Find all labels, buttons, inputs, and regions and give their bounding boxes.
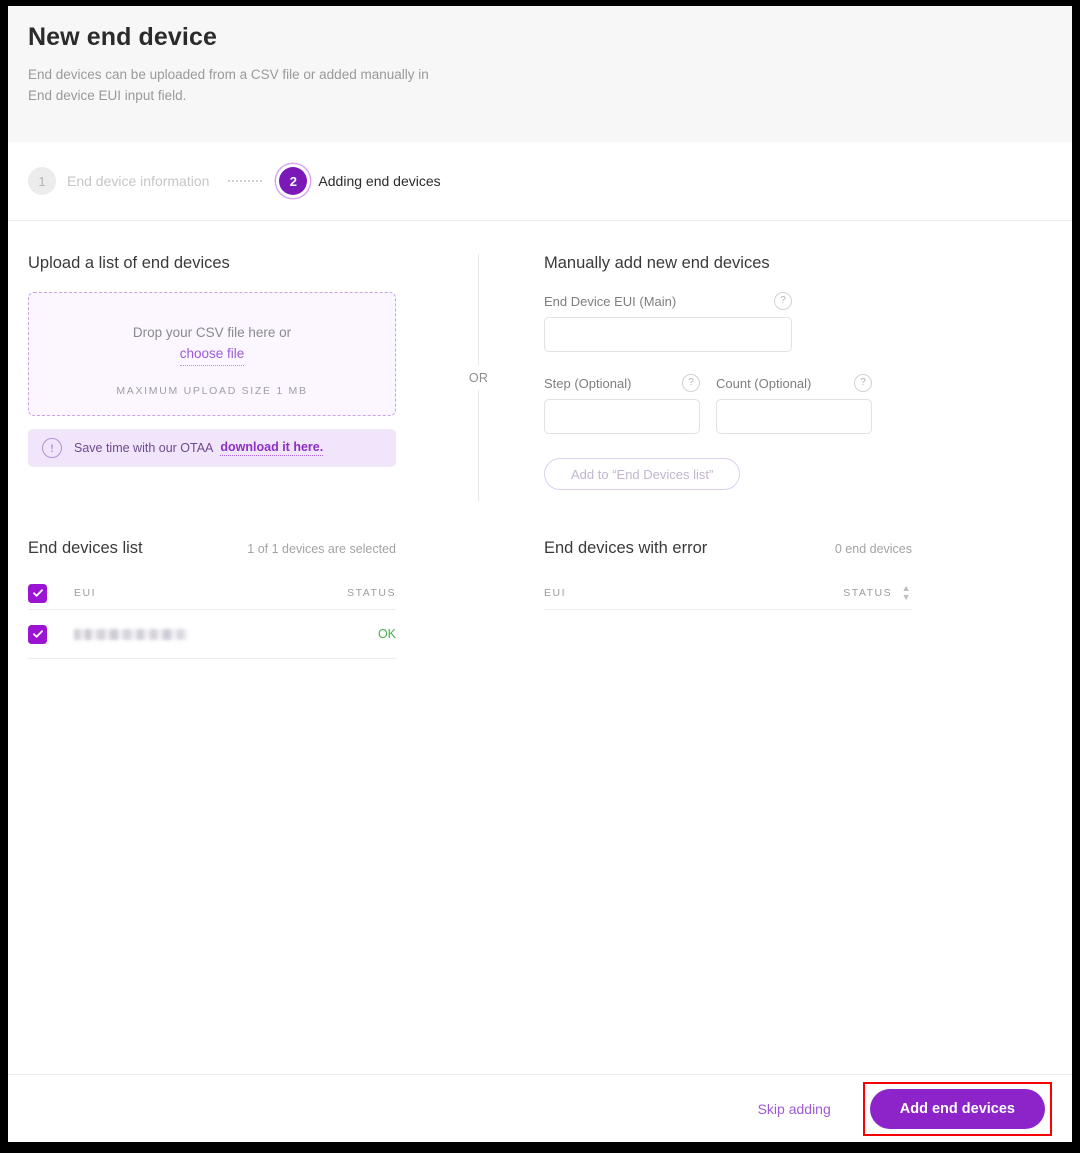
end-devices-list-panel: End devices list 1 of 1 devices are sele… (28, 539, 478, 659)
table-row[interactable]: OK (28, 609, 396, 659)
end-devices-list-table: EUI STATUS OK (28, 577, 396, 659)
csv-dropzone[interactable]: Drop your CSV file here or choose file M… (28, 292, 396, 416)
help-icon-step[interactable]: ? (682, 374, 700, 392)
skip-adding-button[interactable]: Skip adding (752, 1100, 837, 1118)
step-1-number: 1 (28, 167, 56, 195)
step-input[interactable] (544, 399, 700, 434)
error-column-header-status[interactable]: STATUS ▲ ▼ (633, 577, 912, 610)
row-status-cell: OK (299, 609, 396, 659)
step-2-label: Adding end devices (318, 173, 441, 189)
error-column-header-eui[interactable]: EUI (544, 577, 634, 610)
step-1[interactable]: 1 End device information (28, 167, 209, 195)
manual-add-column: Manually add new end devices End Device … (478, 254, 1052, 490)
or-divider-line-top (478, 254, 479, 366)
field-end-device-eui: End Device EUI (Main) ? (544, 292, 792, 352)
step-connector (228, 180, 263, 182)
or-divider-line-bottom (478, 389, 479, 501)
screen-frame: New end device End devices can be upload… (0, 0, 1080, 1153)
table-header-row: EUI STATUS (28, 577, 396, 610)
end-devices-error-title: End devices with error (544, 539, 708, 557)
stepper: 1 End device information 2 Adding end de… (8, 142, 1072, 221)
sort-chevron-icon[interactable]: ▲ ▼ (902, 584, 912, 602)
dropzone-instruction: Drop your CSV file here or (132, 325, 292, 340)
help-icon-count[interactable]: ? (854, 374, 872, 392)
page-header: New end device End devices can be upload… (8, 6, 1072, 142)
count-input[interactable] (716, 399, 872, 434)
select-all-checkbox[interactable] (28, 583, 47, 603)
otaa-download-link[interactable]: download it here. (220, 440, 324, 456)
max-upload-size-label: MAXIMUM UPLOAD SIZE 1 MB (116, 385, 308, 397)
otaa-notice: ! Save time with our OTAA download it he… (28, 429, 396, 467)
main-content: OR Upload a list of end devices Drop you… (8, 221, 1072, 659)
status-badge: OK (377, 627, 396, 641)
column-header-status[interactable]: STATUS (299, 577, 396, 610)
select-all-cell (28, 577, 74, 610)
choose-file-link[interactable]: choose file (179, 344, 245, 367)
end-devices-list-title: End devices list (28, 539, 143, 557)
upload-column: Upload a list of end devices Drop your C… (28, 254, 478, 490)
or-divider: OR (469, 254, 488, 501)
page-title: New end device (28, 23, 217, 51)
end-devices-error-table: EUI STATUS ▲ ▼ (544, 577, 912, 610)
new-end-device-window: New end device End devices can be upload… (8, 6, 1072, 1142)
step-label: Step (Optional) (544, 375, 632, 391)
otaa-notice-text: Save time with our OTAA (74, 441, 214, 455)
upload-section-title: Upload a list of end devices (28, 254, 230, 272)
end-device-eui-label: End Device EUI (Main) (544, 293, 677, 309)
page-subtitle: End devices can be uploaded from a CSV f… (28, 67, 429, 104)
end-devices-error-count: 0 end devices (834, 542, 912, 556)
step-2-number: 2 (279, 167, 308, 195)
or-label: OR (468, 370, 489, 385)
step-2[interactable]: 2 Adding end devices (279, 167, 441, 195)
manual-section-title: Manually add new end devices (544, 254, 770, 272)
redacted-eui-value (74, 629, 188, 641)
add-end-devices-button[interactable]: Add end devices (869, 1088, 1045, 1129)
primary-action-highlight: Add end devices (862, 1081, 1052, 1136)
error-status-label: STATUS (843, 586, 893, 599)
end-device-eui-input[interactable] (544, 317, 792, 352)
end-devices-error-panel: End devices with error 0 end devices EUI… (478, 539, 1052, 659)
step-1-label: End device information (67, 173, 210, 189)
help-icon-eui[interactable]: ? (774, 292, 792, 310)
table-header-row: EUI STATUS ▲ ▼ (544, 577, 912, 610)
row-eui-cell (74, 609, 300, 659)
row-select-cell (28, 609, 74, 659)
exclamation-circle-icon: ! (42, 438, 62, 458)
count-label: Count (Optional) (716, 375, 812, 391)
column-header-eui[interactable]: EUI (74, 577, 300, 610)
end-devices-list-count: 1 of 1 devices are selected (247, 542, 396, 556)
field-count: Count (Optional) ? (716, 374, 872, 434)
row-checkbox[interactable] (28, 624, 47, 644)
add-to-end-devices-list-button[interactable]: Add to “End Devices list” (544, 458, 741, 490)
footer-bar: Skip adding Add end devices (8, 1074, 1072, 1142)
field-step: Step (Optional) ? (544, 374, 700, 434)
